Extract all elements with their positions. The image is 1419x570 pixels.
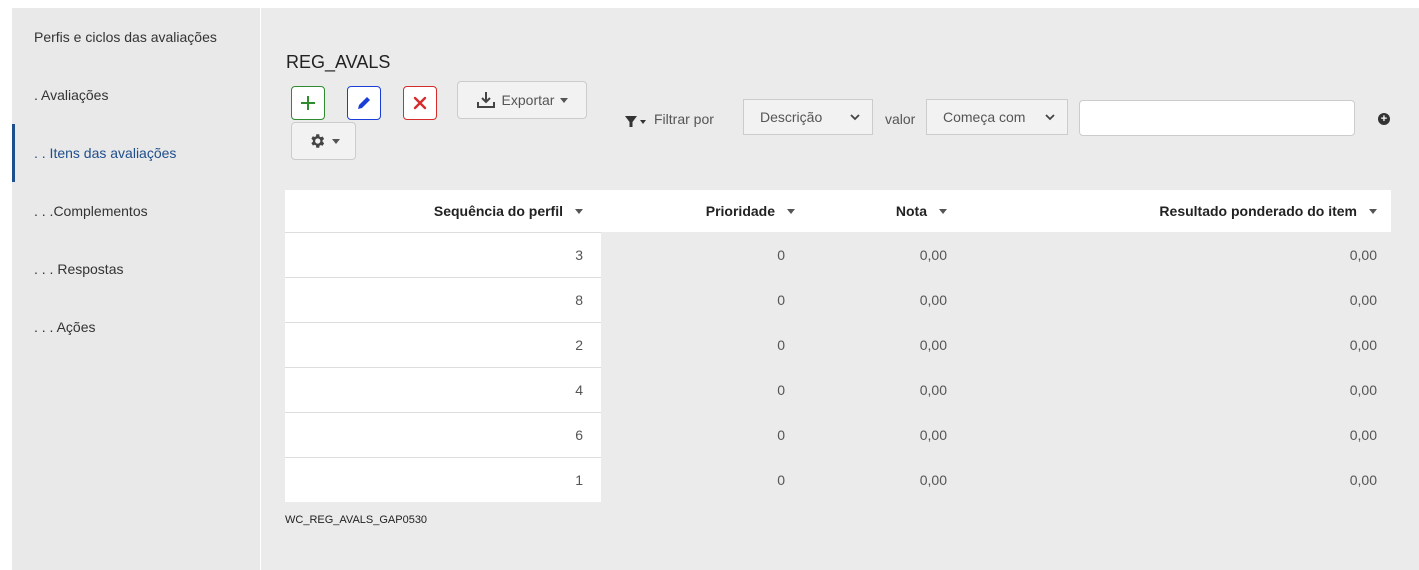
filter-field-select[interactable]: Descrição [743, 99, 873, 135]
cell-prioridade: 0 [777, 381, 785, 398]
delete-button[interactable] [403, 86, 437, 120]
cell-sequencia: 8 [285, 277, 601, 322]
gear-icon [310, 134, 324, 148]
cell-resultado: 0,00 [1349, 471, 1377, 488]
cell-nota: 0,00 [919, 381, 947, 398]
add-button[interactable] [291, 86, 325, 120]
chevron-down-icon [331, 138, 340, 144]
cell-nota: 0,00 [919, 426, 947, 443]
sort-icon [575, 208, 583, 214]
cell-prioridade: 0 [777, 291, 785, 308]
column-header-sequencia[interactable]: Sequência do perfil [285, 190, 601, 232]
sidebar-item-label: . . . Ações [34, 319, 96, 335]
table-row[interactable]: 2 0 0,00 0,00 [285, 322, 1391, 367]
chevron-down-icon [1045, 114, 1055, 121]
cell-sequencia: 1 [285, 457, 601, 502]
sidebar-item-label: . . .Complementos [34, 203, 148, 219]
sidebar-item-avaliacoes[interactable]: . Avaliações [12, 66, 260, 124]
cell-resultado: 0,00 [1349, 246, 1377, 263]
edit-button[interactable] [347, 86, 381, 120]
cell-prioridade: 0 [777, 426, 785, 443]
sidebar-item-itens-avaliacoes[interactable]: . . Itens das avaliações [12, 124, 260, 182]
cell-resultado: 0,00 [1349, 291, 1377, 308]
sidebar-item-acoes[interactable]: . . . Ações [12, 298, 260, 356]
filter-field-value: Descrição [760, 109, 823, 125]
cell-nota: 0,00 [919, 246, 947, 263]
filter-label: Filtrar por [654, 111, 714, 127]
sort-icon [787, 208, 795, 214]
cell-sequencia: 6 [285, 412, 601, 457]
pencil-icon [358, 97, 370, 109]
cell-nota: 0,00 [919, 336, 947, 353]
sidebar-item-label: . Avaliações [34, 87, 109, 103]
plus-icon [301, 96, 315, 110]
main-panel: REG_AVALS Exportar Filtrar por Descrição… [261, 8, 1419, 570]
export-label: Exportar [501, 92, 555, 108]
cell-nota: 0,00 [919, 291, 947, 308]
page-title: REG_AVALS [286, 52, 391, 72]
filter-icon[interactable] [625, 115, 647, 133]
table-header: Sequência do perfil Prioridade Nota Resu… [285, 190, 1391, 232]
plus-circle-icon[interactable]: + [1378, 113, 1390, 125]
download-icon [476, 92, 495, 108]
settings-button[interactable] [291, 122, 356, 160]
chevron-down-icon [560, 97, 569, 103]
sidebar: Perfis e ciclos das avaliações . Avaliaç… [12, 8, 260, 570]
table-row[interactable]: 3 0 0,00 0,00 [285, 232, 1391, 277]
sidebar-item-perfis-ciclos[interactable]: Perfis e ciclos das avaliações [12, 8, 260, 66]
filter-value-input[interactable] [1079, 100, 1355, 136]
data-table: Sequência do perfil Prioridade Nota Resu… [285, 190, 1391, 502]
cell-resultado: 0,00 [1349, 426, 1377, 443]
table-row[interactable]: 4 0 0,00 0,00 [285, 367, 1391, 412]
export-button[interactable]: Exportar [457, 81, 587, 119]
table-row[interactable]: 1 0 0,00 0,00 [285, 457, 1391, 502]
column-header-prioridade[interactable]: Prioridade [601, 190, 795, 232]
table-row[interactable]: 8 0 0,00 0,00 [285, 277, 1391, 322]
cell-sequencia: 3 [285, 232, 601, 277]
sidebar-item-complementos[interactable]: . . .Complementos [12, 182, 260, 240]
cell-resultado: 0,00 [1349, 381, 1377, 398]
chevron-down-icon [850, 114, 860, 121]
sidebar-item-label: . . Itens das avaliações [34, 145, 177, 161]
cell-prioridade: 0 [777, 336, 785, 353]
cell-sequencia: 2 [285, 322, 601, 367]
filter-operator-value: Começa com [943, 109, 1026, 125]
sidebar-item-label: . . . Respostas [34, 261, 124, 277]
app-root: Perfis e ciclos das avaliações . Avaliaç… [0, 0, 1419, 570]
table-row[interactable]: 6 0 0,00 0,00 [285, 412, 1391, 457]
value-label: valor [885, 111, 916, 127]
close-icon [413, 96, 427, 110]
sort-icon [939, 208, 947, 214]
cell-resultado: 0,00 [1349, 336, 1377, 353]
sidebar-item-respostas[interactable]: . . . Respostas [12, 240, 260, 298]
cell-prioridade: 0 [777, 246, 785, 263]
component-code: WC_REG_AVALS_GAP0530 [285, 514, 428, 526]
cell-prioridade: 0 [777, 471, 785, 488]
sort-icon [1369, 208, 1377, 214]
column-header-nota[interactable]: Nota [795, 190, 947, 232]
cell-sequencia: 4 [285, 367, 601, 412]
sidebar-item-label: Perfis e ciclos das avaliações [34, 29, 217, 45]
table-body: 3 0 0,00 0,00 8 0 0,00 0,00 2 0 0,00 0,0… [285, 232, 1391, 502]
filter-operator-select[interactable]: Começa com [926, 99, 1068, 135]
column-header-resultado[interactable]: Resultado ponderado do item [947, 190, 1391, 232]
cell-nota: 0,00 [919, 471, 947, 488]
